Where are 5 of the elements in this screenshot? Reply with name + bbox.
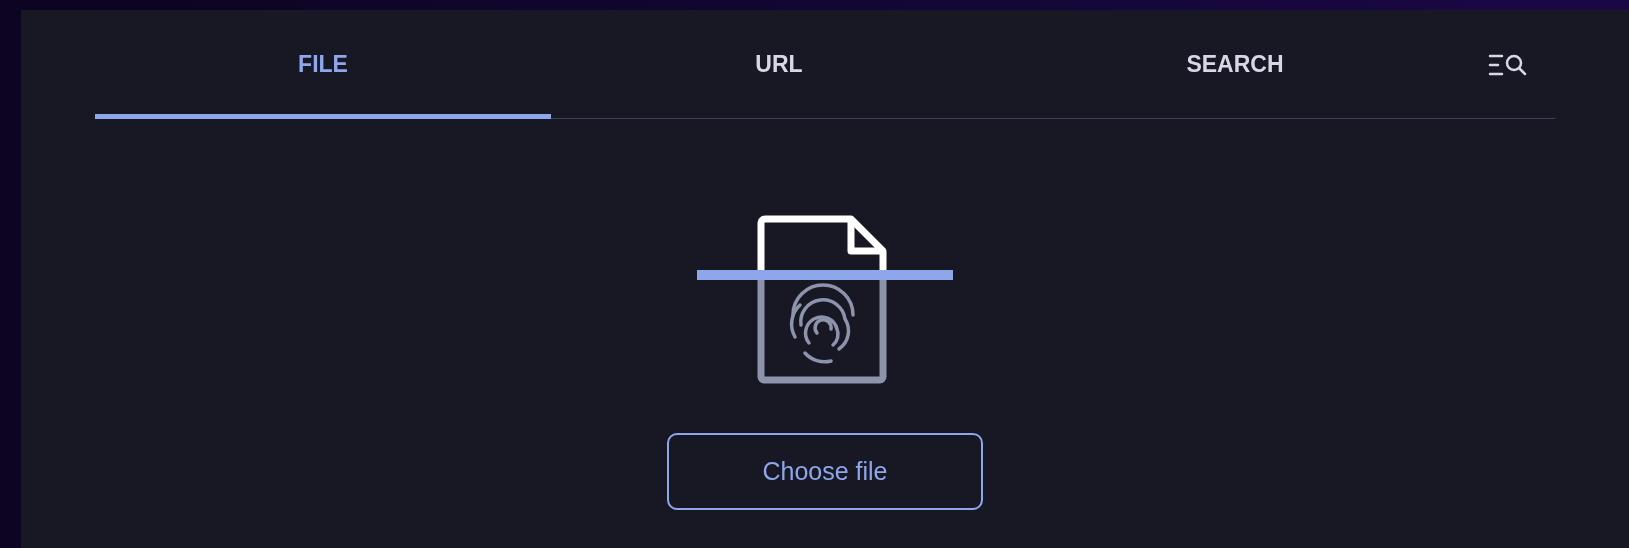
- tab[interactable]: FILE: [95, 10, 551, 119]
- tab[interactable]: URL: [551, 10, 1007, 119]
- fingerprint-file-icon: [697, 215, 953, 385]
- tab[interactable]: SEARCH: [1007, 10, 1463, 119]
- choose-file-button[interactable]: Choose file: [667, 433, 983, 510]
